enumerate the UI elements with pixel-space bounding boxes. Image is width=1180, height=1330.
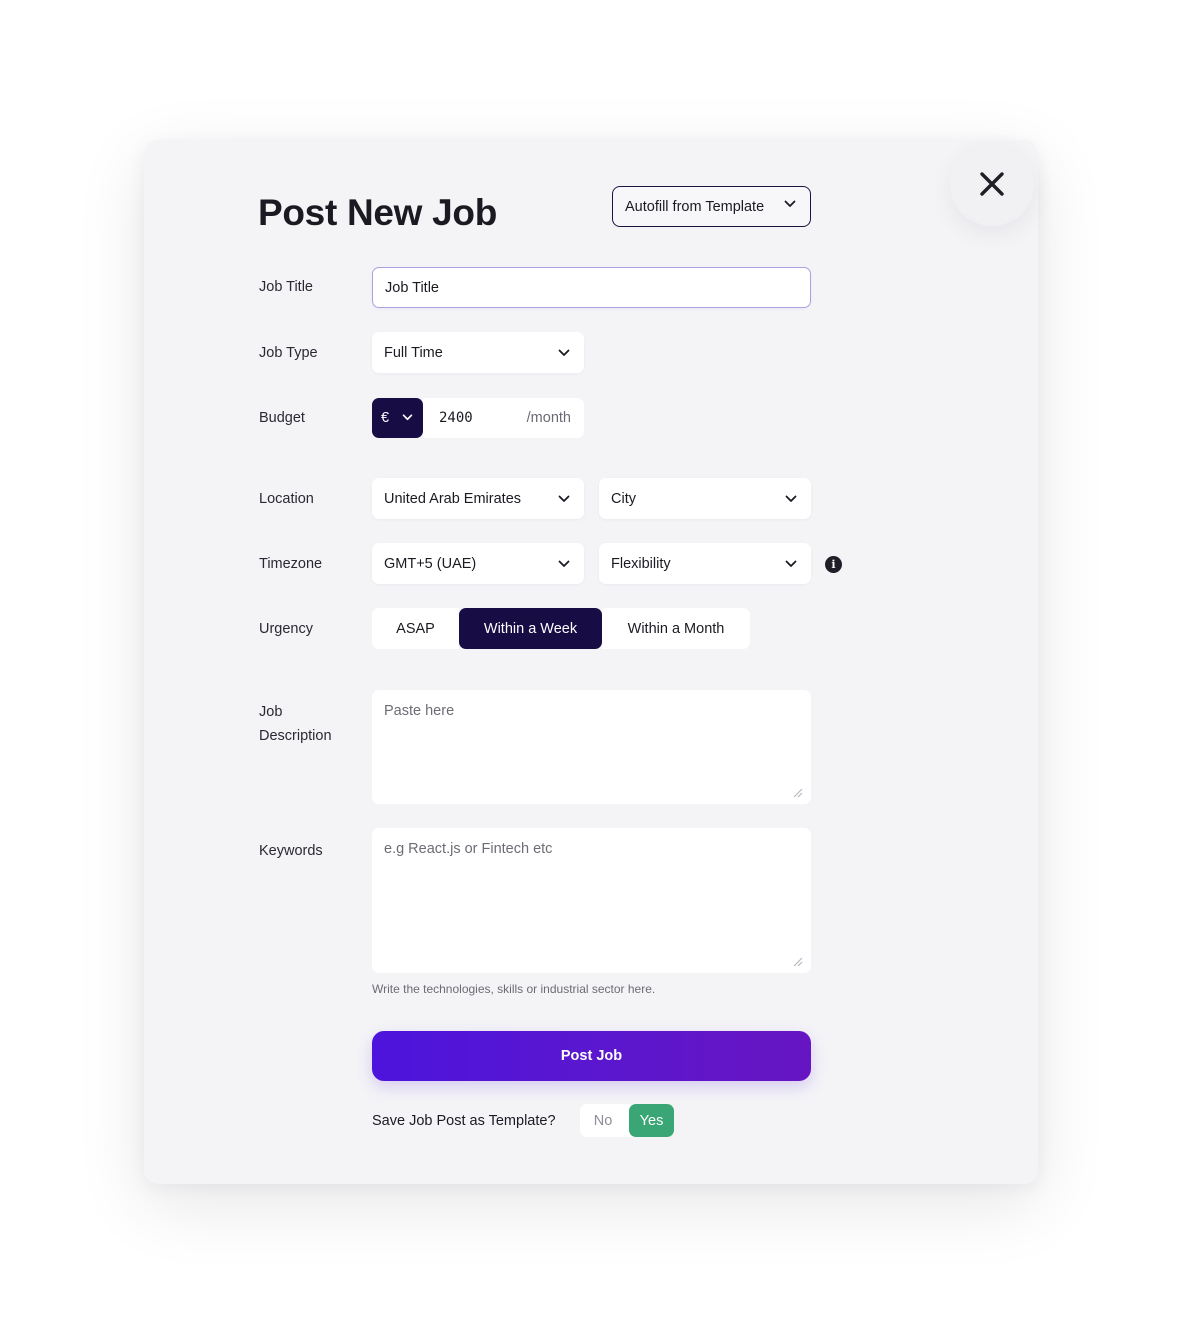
budget-label: Budget	[259, 410, 305, 426]
job-description-textarea[interactable]: Paste here	[372, 690, 811, 804]
close-button[interactable]	[950, 142, 1034, 226]
country-value: United Arab Emirates	[384, 490, 522, 507]
save-template-question: Save Job Post as Template?	[372, 1113, 556, 1129]
chevron-down-icon	[558, 495, 570, 502]
close-icon	[980, 172, 1004, 196]
urgency-label: Urgency	[259, 621, 313, 637]
resize-handle-icon[interactable]	[791, 955, 803, 967]
post-job-button[interactable]: Post Job	[372, 1031, 811, 1081]
chevron-down-icon	[784, 200, 796, 207]
resize-handle-icon[interactable]	[791, 786, 803, 798]
budget-amount-field[interactable]: 2400 /month	[423, 398, 584, 438]
urgency-option-within-a-month[interactable]: Within a Month	[602, 608, 750, 649]
job-type-value: Full Time	[384, 344, 443, 361]
chevron-down-icon	[785, 495, 797, 502]
chevron-down-icon	[558, 560, 570, 567]
keywords-textarea[interactable]: e.g React.js or Fintech etc	[372, 828, 811, 973]
keywords-placeholder: e.g React.js or Fintech etc	[384, 841, 553, 857]
flexibility-select[interactable]: Flexibility	[599, 543, 811, 584]
location-label: Location	[259, 491, 314, 507]
chevron-down-icon	[785, 560, 797, 567]
city-select[interactable]: City	[599, 478, 811, 519]
job-type-label: Job Type	[259, 345, 318, 361]
autofill-label: Autofill from Template	[625, 198, 765, 215]
job-description-placeholder: Paste here	[384, 703, 455, 719]
urgency-option-asap[interactable]: ASAP	[372, 608, 459, 649]
page-title: Post New Job	[258, 192, 497, 233]
save-template-yes-option[interactable]: Yes	[629, 1104, 674, 1137]
job-description-label: Job Description	[259, 700, 332, 748]
job-type-select[interactable]: Full Time	[372, 332, 584, 373]
currency-value: €	[381, 410, 390, 426]
timezone-select[interactable]: GMT+5 (UAE)	[372, 543, 584, 584]
budget-unit: /month	[526, 410, 571, 426]
timezone-value: GMT+5 (UAE)	[384, 555, 477, 572]
job-title-label: Job Title	[259, 279, 313, 295]
flexibility-value: Flexibility	[611, 555, 671, 572]
currency-select[interactable]: €	[372, 398, 423, 438]
info-icon[interactable]: i	[825, 556, 842, 573]
save-template-no-option[interactable]: No	[580, 1104, 626, 1137]
keywords-helper-text: Write the technologies, skills or indust…	[372, 982, 656, 996]
job-description-label-line2: Description	[259, 728, 332, 744]
budget-amount: 2400	[439, 410, 473, 426]
autofill-template-dropdown[interactable]: Autofill from Template	[612, 186, 811, 227]
save-template-toggle: No Yes	[580, 1104, 674, 1137]
job-description-label-line1: Job	[259, 704, 283, 720]
country-select[interactable]: United Arab Emirates	[372, 478, 584, 519]
keywords-label: Keywords	[259, 843, 323, 859]
chevron-down-icon	[558, 349, 570, 356]
city-value: City	[611, 490, 636, 507]
timezone-label: Timezone	[259, 556, 323, 572]
urgency-option-within-a-week[interactable]: Within a Week	[459, 608, 602, 649]
job-title-input[interactable]	[372, 267, 811, 308]
chevron-down-icon	[402, 414, 413, 421]
